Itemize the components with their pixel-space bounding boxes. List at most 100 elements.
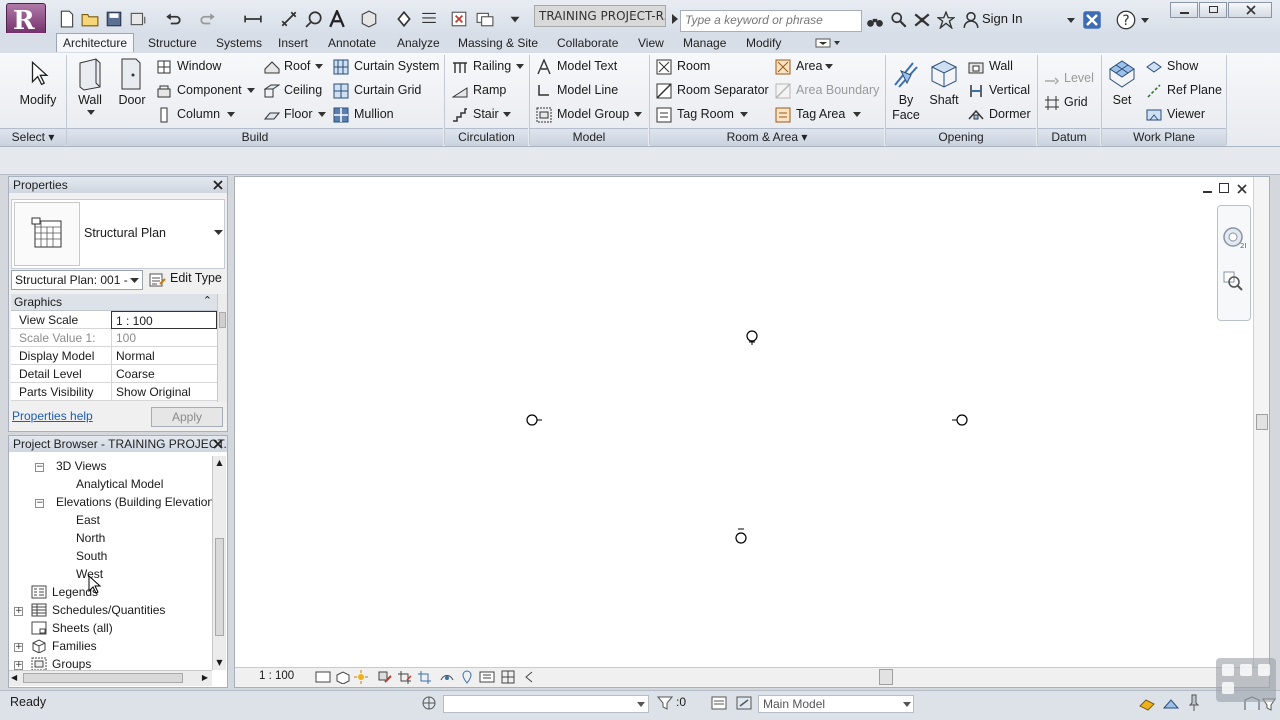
stair-button[interactable]: Stair [473,107,499,121]
model-group-button[interactable]: Model Group [557,107,629,121]
zoom-icon[interactable] [1222,270,1244,292]
railing-dropdown-icon[interactable] [516,64,524,70]
tree-elevation-north[interactable]: North [76,531,105,545]
help-dropdown-icon[interactable] [1140,15,1150,25]
tag-room-button[interactable]: Tag Room [677,107,734,121]
worksets-icon[interactable] [420,694,438,712]
tab-structure[interactable]: Structure [148,34,197,52]
project-browser-close-icon[interactable] [213,439,223,449]
view-hscroll-thumb[interactable] [879,669,893,685]
model-line-button[interactable]: Model Line [557,83,618,97]
undo-icon[interactable] [164,10,182,28]
filter-icon[interactable] [656,694,674,712]
sync-icon[interactable] [129,10,147,28]
edit-type-button[interactable]: Edit Type [170,271,222,285]
restore-button[interactable] [1199,2,1227,18]
curtain-system-button[interactable]: Curtain System [354,59,439,73]
ribbon-minimize-icon[interactable] [815,38,841,48]
tab-annotate[interactable]: Annotate [328,34,376,52]
ramp-button[interactable]: Ramp [473,83,506,97]
view-scale-label[interactable]: 1 : 100 [259,670,294,682]
temporary-hide-icon[interactable] [439,670,455,684]
tab-insert[interactable]: Insert [278,34,308,52]
tree-groups[interactable]: Groups [52,657,91,671]
floor-dropdown-icon[interactable] [318,112,326,118]
select-underlay-icon[interactable] [1162,696,1180,712]
collapse-group-icon[interactable]: ⌃ [203,294,212,307]
model-text-button[interactable]: Model Text [557,59,617,73]
roof-dropdown-icon[interactable] [315,64,323,70]
apply-button[interactable]: Apply [151,407,223,427]
shadows-icon[interactable] [377,670,393,684]
ref-plane-button[interactable]: Ref Plane [1167,83,1222,97]
window-button[interactable]: Window [177,59,221,73]
application-menu-button[interactable]: R [6,3,46,37]
detail-level-value[interactable]: Coarse [111,365,217,383]
grid-button[interactable]: Grid [1064,95,1088,109]
sign-in-dropdown-icon[interactable] [1066,15,1076,25]
tree-analytical-model[interactable]: Analytical Model [76,477,163,491]
view-vertical-scrollbar[interactable] [1253,177,1269,667]
redo-icon[interactable] [199,10,217,28]
select-pinned-icon[interactable] [1186,694,1202,712]
steering-wheel-icon[interactable]: 2D [1222,226,1246,250]
switch-windows-icon[interactable] [476,10,494,28]
column-button[interactable]: Column [177,107,220,121]
search-input[interactable]: Type a keyword or phrase [680,10,862,32]
open-icon[interactable] [81,10,99,28]
wall-opening-button[interactable]: Wall [989,59,1013,73]
detail-level-icon[interactable] [315,670,331,684]
view-vscroll-thumb[interactable] [1256,414,1268,430]
parts-visibility-value[interactable]: Show Original [111,383,217,401]
minimize-button[interactable] [1170,2,1198,18]
show-crop-region-icon[interactable] [417,670,433,684]
view-minimize-button[interactable] [1203,185,1213,195]
shaft-button[interactable]: Shaft [925,93,963,107]
section-icon[interactable] [395,10,413,28]
user-icon[interactable] [962,11,980,29]
level-button[interactable]: Level [1064,71,1094,85]
view-bar-scroll-left-icon[interactable] [525,671,533,683]
tree-elevations[interactable]: Elevations (Building Elevation [56,495,214,509]
tab-view[interactable]: View [638,34,664,52]
tree-3d-views[interactable]: 3D Views [56,459,106,473]
model-group-dropdown-icon[interactable] [634,112,642,118]
by-face-button-line1[interactable]: By [889,93,923,107]
reveal-hidden-icon[interactable] [461,670,473,684]
analytical-model-icon[interactable] [501,670,519,684]
save-icon[interactable] [105,10,123,28]
browser-hscroll-thumb[interactable] [23,673,183,683]
component-dropdown-icon[interactable] [247,88,255,94]
east-elevation-marker[interactable] [951,413,969,427]
ceiling-button[interactable]: Ceiling [284,83,322,97]
tag-icon[interactable] [305,10,323,28]
floor-button[interactable]: Floor [284,107,312,121]
design-option-select[interactable]: Main Model [758,695,914,713]
type-selector[interactable]: Structural Plan [11,199,225,269]
tab-architecture[interactable]: Architecture [56,33,135,52]
vertical-opening-button[interactable]: Vertical [989,83,1030,97]
editing-requests-icon[interactable] [710,694,728,712]
component-button[interactable]: Component [177,83,242,97]
text-icon[interactable] [328,10,346,28]
tree-sheets[interactable]: Sheets (all) [52,621,113,635]
wall-button[interactable]: Wall [70,93,110,107]
south-elevation-marker[interactable] [733,526,749,546]
display-model-value[interactable]: Normal [111,347,217,365]
drawing-view[interactable]: 2D 1 : 100 [234,176,1270,688]
room-area-panel-label[interactable]: Room & Area ▾ [650,128,884,146]
type-dropdown-icon[interactable] [214,230,223,236]
thin-lines-icon[interactable] [420,10,438,28]
aligned-dimension-icon[interactable] [280,10,298,28]
tree-families[interactable]: Families [52,639,97,653]
show-work-plane-button[interactable]: Show [1167,59,1198,73]
column-dropdown-icon[interactable] [227,112,235,118]
view-restore-button[interactable] [1219,183,1229,193]
tab-collaborate[interactable]: Collaborate [557,34,618,52]
crop-view-icon[interactable] [397,670,413,684]
expand-families-toggle[interactable]: + [14,643,23,652]
area-dropdown-icon[interactable] [825,64,833,70]
sun-path-icon[interactable] [353,670,369,684]
measure-icon[interactable] [244,10,262,28]
north-elevation-marker[interactable] [744,329,760,347]
